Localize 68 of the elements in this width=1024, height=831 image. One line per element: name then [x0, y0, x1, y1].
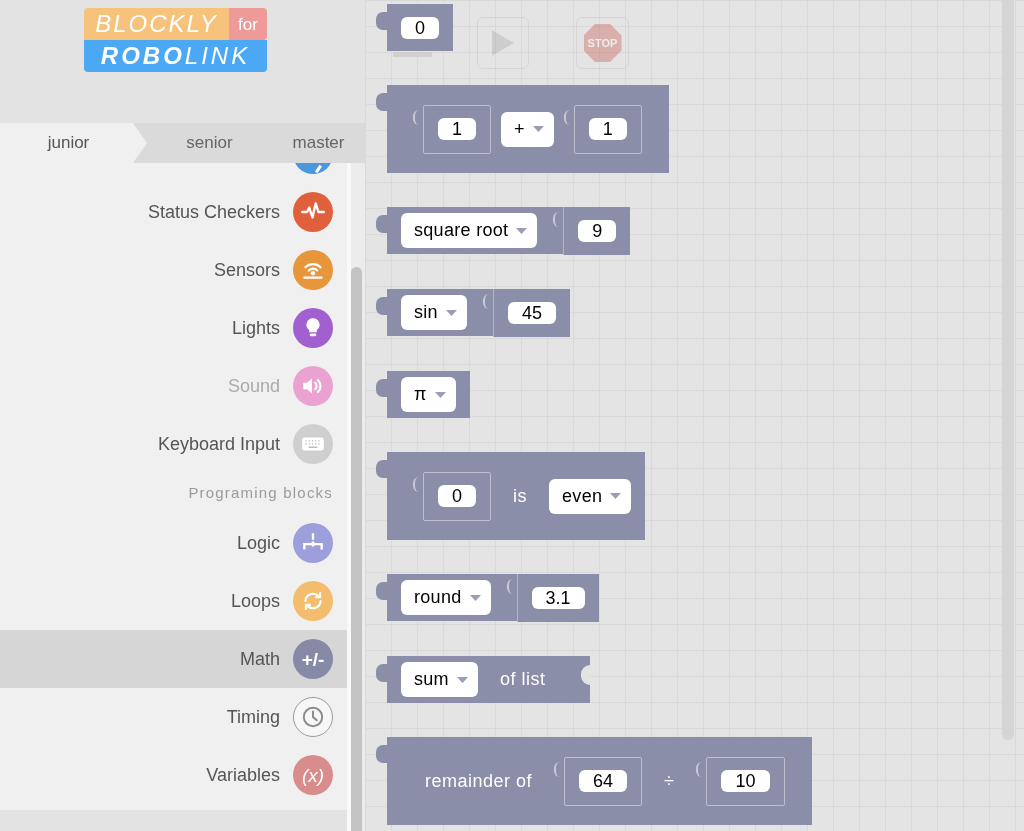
dropdown[interactable]: sum [401, 662, 478, 697]
code-block[interactable]: 0 [387, 4, 453, 51]
dropdown[interactable]: π [401, 377, 456, 412]
block-connector [376, 582, 387, 600]
block-connector [376, 745, 387, 763]
category-item[interactable]: Timing [0, 688, 347, 746]
scrollbar-thumb[interactable] [351, 267, 362, 831]
caret-icon [456, 676, 468, 683]
caret-icon [469, 594, 481, 601]
code-block[interactable]: sin [387, 289, 493, 336]
category-item[interactable]: Logic [0, 514, 347, 572]
category-item[interactable]: Variables (x) [0, 746, 347, 804]
block-label: of list [498, 668, 547, 691]
tab[interactable]: senior [147, 123, 272, 163]
category-item[interactable]: Lights [0, 299, 347, 357]
category-item[interactable]: Status Checkers [0, 183, 347, 241]
caret-icon [610, 493, 622, 499]
dropdown[interactable]: square root [401, 213, 538, 248]
block-connector [376, 215, 387, 233]
logo-wordmark: BLOCKLY [84, 8, 229, 40]
plus-minus-icon: +/- [293, 639, 333, 679]
block-shadow [393, 52, 432, 57]
variable-icon: (x) [293, 755, 333, 795]
block-label: remainder of [424, 769, 534, 793]
category-item[interactable]: Sensors [0, 241, 347, 299]
category-item[interactable]: Math +/- [0, 630, 347, 688]
block-label: is [512, 484, 528, 508]
caret-icon [532, 126, 544, 132]
block-connector [376, 93, 387, 111]
dropdown[interactable]: + [501, 111, 554, 147]
number-field[interactable]: 3.1 [531, 587, 585, 609]
code-block[interactable]: sum of list [387, 656, 591, 703]
code-block[interactable]: square root [387, 207, 564, 254]
logo-wordmark: ROBOLINK [84, 40, 267, 72]
code-block[interactable]: 1 + 1 [387, 85, 669, 173]
logo-badge: for [229, 8, 267, 40]
dropdown[interactable]: round [401, 580, 491, 615]
number-field[interactable]: 1 [438, 118, 476, 140]
stop-sign: STOP [583, 24, 622, 62]
number-field[interactable]: 45 [507, 302, 556, 324]
number-field[interactable]: 0 [401, 16, 439, 39]
block-connector [376, 460, 387, 478]
block-connector [376, 297, 387, 315]
dropdown[interactable]: sin [401, 295, 467, 330]
number-field[interactable]: 0 [438, 485, 476, 507]
play-icon [492, 30, 514, 56]
code-block[interactable]: π [387, 371, 470, 418]
section-header: Programing blocks [188, 483, 333, 504]
block-connector [376, 664, 387, 682]
code-block[interactable]: remainder of 64 ÷ 10 [387, 737, 812, 825]
block-connector [376, 379, 387, 397]
tab[interactable]: junior [0, 123, 147, 163]
category-item[interactable]: Loops [0, 572, 347, 630]
number-field[interactable]: 10 [721, 770, 770, 792]
caret-icon [445, 309, 457, 316]
number-field[interactable]: 64 [579, 770, 628, 792]
block-connector [376, 12, 387, 30]
input-notch [581, 665, 591, 685]
number-field[interactable]: 9 [578, 220, 617, 242]
code-block[interactable]: round [387, 574, 517, 621]
caret-icon [516, 227, 528, 234]
dropdown[interactable]: even [549, 478, 632, 514]
number-field[interactable]: 1 [588, 118, 627, 140]
caret-icon [434, 391, 446, 398]
code-block[interactable]: 0 is even [387, 452, 646, 540]
category-item[interactable]: Keyboard Input [0, 415, 347, 473]
block-label: ÷ [663, 769, 676, 793]
tab[interactable]: master [272, 123, 365, 163]
